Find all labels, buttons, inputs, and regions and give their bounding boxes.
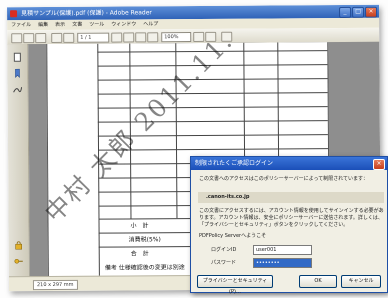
open-icon[interactable] [11, 33, 23, 44]
menu-edit[interactable]: 編集 [38, 20, 48, 30]
dialog-instruction-3: 「プライバシーとセキュリティ」ボタンをクリックしてください。 [199, 222, 349, 228]
login-id-label: ログインID [211, 247, 237, 253]
fit-page-icon[interactable] [193, 31, 205, 43]
table-row-line [97, 92, 328, 95]
prev-page-icon[interactable] [51, 32, 63, 43]
window-title: 見積サンプル(保護).pdf (保護) - Adobe Reader [21, 9, 152, 18]
fit-width-icon[interactable] [205, 31, 217, 42]
subtotal-label: 小 計 [130, 222, 149, 230]
lock-icon[interactable] [14, 240, 24, 250]
login-id-field[interactable]: user001 [253, 245, 312, 255]
close-button[interactable]: × [365, 6, 378, 18]
page-size-indicator: 210 x 297 mm [32, 279, 78, 291]
bookmarks-icon[interactable] [12, 68, 22, 78]
tax-label: 消費税(5%) [128, 236, 161, 244]
policy-server-name: .canon-its.co.jp [198, 192, 384, 203]
welcome-text: PDFPolicy Serverへようこそ [199, 233, 267, 239]
pages-icon[interactable] [12, 52, 22, 62]
next-page-icon[interactable] [63, 32, 75, 43]
privacy-security-button[interactable]: プライバシーとセキュリティ(P)… [197, 275, 273, 295]
table-row-line [97, 78, 328, 81]
menu-help[interactable]: ヘルプ [143, 19, 158, 29]
menu-view[interactable]: 表示 [55, 20, 65, 30]
email-icon[interactable] [35, 33, 47, 44]
cancel-button[interactable]: キャンセル [341, 275, 381, 288]
key-icon[interactable] [14, 256, 24, 266]
password-field[interactable]: •••••••• [253, 258, 312, 268]
maximize-button[interactable]: □ [352, 6, 365, 18]
dialog-instruction-2: ります。アカウント情報は、安全にポリシーサーバーに送信されます。詳しくは、 [199, 215, 383, 221]
login-dialog: 制限されたくご承認ログイン × この文書へのアクセスはこのポリシーサーバーによっ… [190, 156, 388, 295]
find-icon[interactable] [221, 31, 233, 42]
menu-file[interactable]: ファイル [11, 20, 31, 30]
page-number-field[interactable]: 1 / 1 [77, 32, 110, 43]
remarks-text: 備考 仕様確認後の変更は別途 [104, 264, 185, 272]
dialog-message: この文書へのアクセスはこのポリシーサーバーによって制限されています： [199, 176, 369, 182]
adobe-reader-icon [10, 10, 18, 18]
dialog-title-bar: 制限されたくご承認ログイン × [191, 157, 387, 170]
minimize-button[interactable]: _ [339, 6, 352, 18]
zoom-in-icon[interactable] [147, 32, 159, 43]
hand-tool-icon[interactable] [111, 32, 123, 43]
menu-document[interactable]: 文書 [72, 20, 82, 30]
dialog-title: 制限されたくご承認ログイン [195, 160, 274, 167]
dialog-close-button[interactable]: × [373, 159, 385, 170]
password-label: パスワード [211, 260, 237, 266]
signatures-icon[interactable] [13, 84, 23, 94]
dialog-instruction-1: この文書にアクセスするには、アカウント情報を使用してサインインする必要があ [199, 208, 384, 214]
zoom-field[interactable]: 100% [161, 32, 192, 43]
print-icon[interactable] [23, 33, 35, 44]
select-tool-icon[interactable] [123, 32, 135, 43]
navigation-panel [7, 44, 30, 278]
total-label: 合 計 [130, 250, 149, 258]
zoom-out-icon[interactable] [135, 32, 147, 43]
menu-window[interactable]: ウィンドウ [111, 19, 136, 29]
menu-tools[interactable]: ツール [89, 20, 104, 30]
ok-button[interactable]: OK [299, 275, 337, 288]
